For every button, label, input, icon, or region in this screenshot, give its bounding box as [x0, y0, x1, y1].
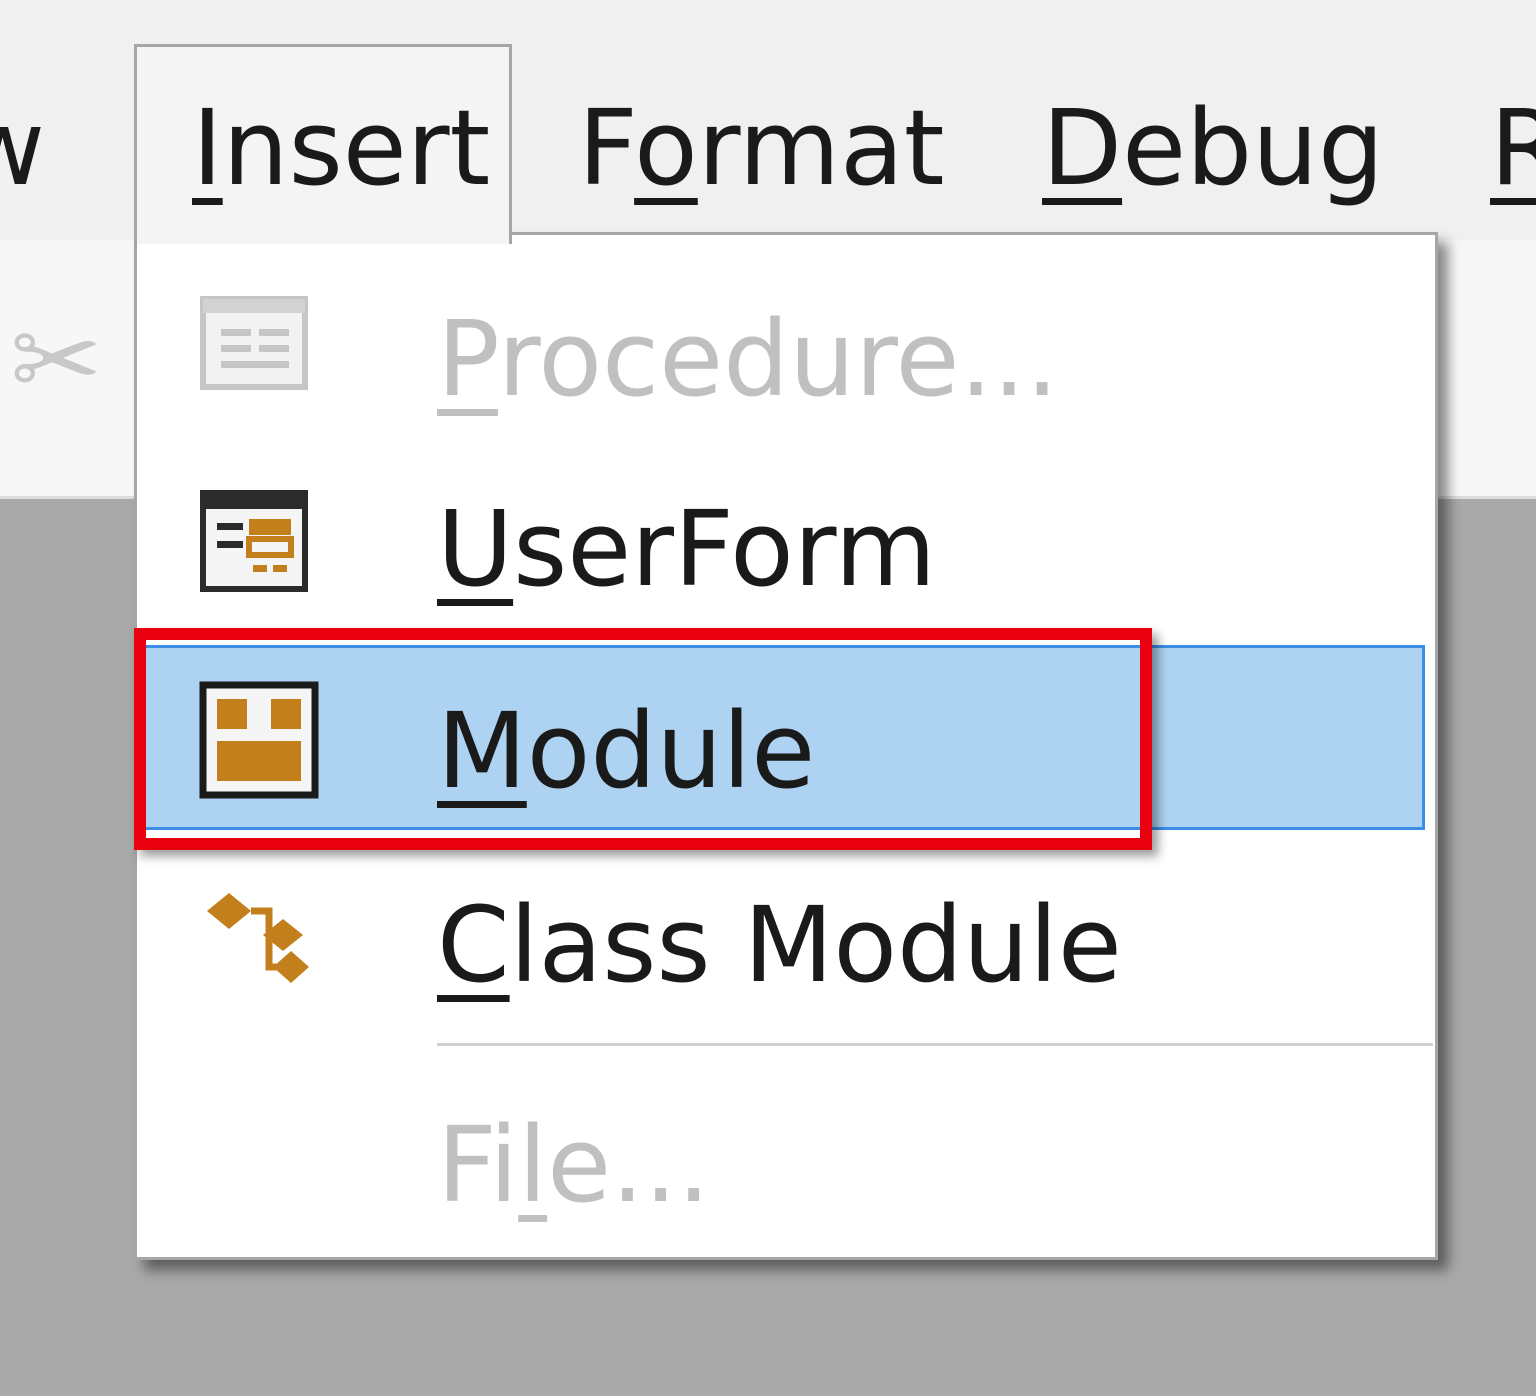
menu-item-procedure[interactable]: Procedure... — [137, 247, 1435, 437]
menu-item-module-label: Module — [437, 699, 815, 803]
class-module-icon — [199, 881, 319, 995]
menu-item-procedure-label: Procedure... — [437, 307, 1059, 411]
label-text: odule — [526, 690, 816, 812]
menu-item-module[interactable]: Module — [137, 645, 1435, 835]
label-text: lass Module — [509, 884, 1122, 1006]
menu-view-label: w — [0, 87, 46, 209]
mnemonic: R — [1490, 87, 1536, 209]
mnemonic: U — [437, 488, 514, 610]
menu-item-userform-label: UserForm — [437, 497, 936, 601]
menu-insert[interactable]: Insert — [192, 96, 490, 200]
menu-item-userform[interactable]: UserForm — [137, 445, 1435, 635]
menu-format[interactable]: Format — [578, 96, 945, 200]
module-icon — [199, 681, 319, 803]
mnemonic: o — [634, 87, 698, 209]
mnemonic: C — [437, 884, 510, 1006]
label-text: rocedure... — [497, 298, 1059, 420]
mnemonic: l — [518, 1104, 548, 1226]
cut-icon[interactable]: ✂ — [10, 305, 102, 415]
mnemonic: P — [437, 298, 498, 420]
menu-run[interactable]: R — [1490, 96, 1536, 200]
menu-item-file[interactable]: File... — [137, 1055, 1435, 1245]
label-text-pre: Fi — [437, 1104, 519, 1226]
menu-format-label: rmat — [697, 87, 945, 209]
label-text: serForm — [513, 488, 937, 610]
menu-view[interactable]: w — [0, 96, 45, 200]
userform-icon — [199, 489, 309, 597]
menu-separator — [437, 1043, 1433, 1046]
menu-item-class-module[interactable]: Class Module — [137, 835, 1435, 1025]
procedure-icon — [199, 295, 309, 395]
mnemonic: D — [1042, 87, 1123, 209]
insert-dropdown-menu: Procedure... UserForm Module Class Modul… — [134, 232, 1438, 1260]
label-text: e... — [547, 1104, 711, 1226]
menu-item-class-module-label: Class Module — [437, 893, 1122, 997]
menu-debug[interactable]: Debug — [1042, 96, 1384, 200]
menu-insert-label: nsert — [222, 87, 491, 209]
menu-item-file-label: File... — [437, 1113, 710, 1217]
mnemonic: M — [437, 690, 527, 812]
menu-debug-label: ebug — [1122, 87, 1385, 209]
mnemonic: I — [192, 87, 223, 209]
menu-format-label-pre: F — [578, 87, 635, 209]
